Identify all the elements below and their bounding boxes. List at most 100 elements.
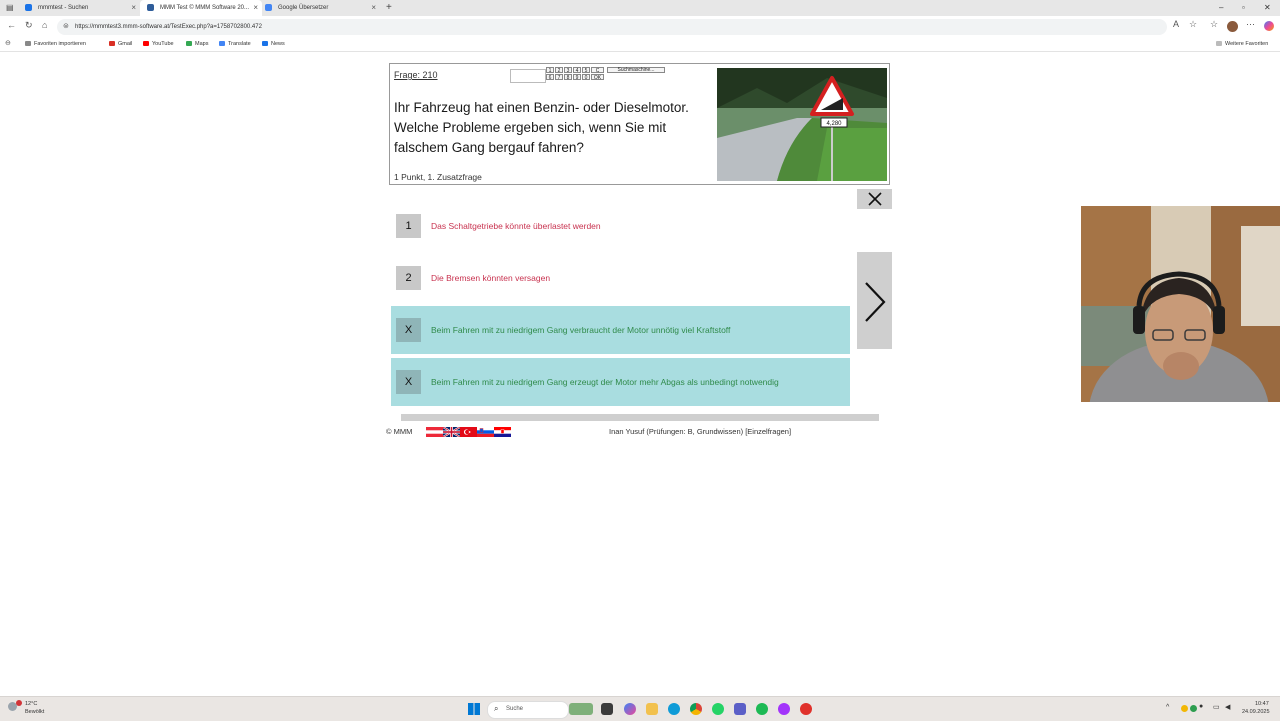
favorite-label: Translate	[228, 41, 251, 47]
messenger-icon[interactable]	[778, 703, 790, 715]
home-icon[interactable]: ⌂	[42, 20, 47, 30]
tab-translate[interactable]: Google Übersetzer ×	[258, 0, 380, 16]
answer-marker: X	[396, 318, 421, 342]
progress-bar	[401, 414, 879, 421]
maximize-icon[interactable]: ▫	[1242, 0, 1245, 16]
weather-desc: Bewölkt	[25, 709, 45, 715]
reload-icon[interactable]: ↻	[25, 20, 33, 31]
windows-start-icon[interactable]	[468, 703, 480, 715]
copyright: © MMM	[386, 427, 413, 436]
chevron-right-icon	[865, 282, 886, 322]
address-bar-row: ← ↻ ⌂ ⊜ https://mmmtest3.mmm-software.at…	[0, 16, 1280, 38]
answer-option-3[interactable]: X Beim Fahren mit zu niedrigem Gang verb…	[391, 306, 850, 354]
teams-icon[interactable]	[734, 703, 746, 715]
keypad-key[interactable]: 0	[582, 74, 590, 81]
road-sign-photo: 4,280	[717, 68, 887, 181]
favorite-translate[interactable]: Translate	[219, 38, 251, 50]
next-question-button[interactable]	[857, 252, 892, 349]
uk-flag-icon[interactable]	[443, 427, 460, 437]
microphone-icon[interactable]: ●	[1199, 703, 1203, 710]
favorite-news[interactable]: News	[262, 38, 285, 50]
clock-time[interactable]: 10:47	[1255, 701, 1269, 707]
network-icon[interactable]: ▭	[1213, 703, 1220, 711]
austria-flag-icon[interactable]	[426, 427, 443, 437]
landscape-widget-icon[interactable]	[569, 703, 593, 715]
more-menu-icon[interactable]: ⋯	[1246, 19, 1255, 30]
favorites-icon[interactable]: ☆	[1210, 19, 1218, 30]
keypad-key[interactable]: 2	[555, 67, 563, 74]
site-info-icon[interactable]: ⊜	[63, 19, 69, 35]
question-image: 4,280	[717, 68, 887, 181]
folder-icon	[1216, 41, 1222, 47]
more-favorites[interactable]: Weitere Favoriten	[1216, 38, 1268, 50]
answer-option-4[interactable]: X Beim Fahren mit zu niedrigem Gang erze…	[391, 358, 850, 406]
whatsapp-icon[interactable]	[712, 703, 724, 715]
tray-app-icon[interactable]	[1181, 705, 1188, 712]
favorite-label: Gmail	[118, 41, 133, 47]
turkey-flag-icon[interactable]	[460, 427, 477, 437]
close-button[interactable]	[857, 189, 892, 209]
mmm-tab-icon	[147, 4, 154, 11]
keypad-key[interactable]: 3	[564, 67, 572, 74]
favorite-star-icon[interactable]: ☆	[1189, 19, 1197, 30]
back-icon[interactable]: ←	[7, 20, 16, 30]
keypad-key[interactable]: 5	[582, 67, 590, 74]
search-icon: ⌕	[494, 704, 499, 713]
keypad-key[interactable]: 9	[573, 74, 581, 81]
url-field[interactable]: ⊜ https://mmmtest3.mmm-software.at/TestE…	[57, 19, 1167, 35]
notification-badge	[16, 700, 22, 706]
tab-label: mmmtest - Suchen	[38, 5, 89, 11]
file-explorer-icon[interactable]	[646, 703, 658, 715]
keypad-key[interactable]: C	[591, 67, 604, 74]
news-icon	[262, 41, 268, 47]
weather-temp: 12°C	[25, 701, 38, 707]
close-window-icon[interactable]: ✕	[1264, 0, 1271, 16]
keypad-ok-key[interactable]: OK	[591, 74, 604, 81]
search-tab-icon	[25, 4, 32, 11]
close-tab-icon[interactable]: ×	[131, 0, 136, 16]
keypad-key[interactable]: 8	[564, 74, 572, 81]
question-number-input[interactable]	[510, 69, 546, 83]
minimize-icon[interactable]: –	[1219, 0, 1223, 16]
read-aloud-icon[interactable]: A	[1173, 19, 1179, 29]
answer-option-2[interactable]: 2 Die Bremsen könnten versagen	[391, 254, 850, 302]
copilot-taskbar-icon[interactable]	[624, 703, 636, 715]
keypad-key[interactable]: 4	[573, 67, 581, 74]
search-engine-button[interactable]: Suchmaschine...	[607, 67, 665, 73]
webcam-overlay	[1081, 206, 1280, 402]
profile-avatar[interactable]	[1227, 21, 1238, 32]
tab-label: MMM Test © MMM Software 20...	[160, 5, 249, 11]
tray-chevron-icon[interactable]: ^	[1166, 704, 1169, 711]
favorite-maps[interactable]: Maps	[186, 38, 208, 50]
close-tab-icon[interactable]: ×	[371, 0, 376, 16]
copilot-icon[interactable]	[1264, 21, 1274, 31]
edge-icon[interactable]	[668, 703, 680, 715]
answer-text: Beim Fahren mit zu niedrigem Gang erzeug…	[431, 377, 779, 387]
volume-icon[interactable]: ◀	[1225, 703, 1230, 711]
keypad-key[interactable]: 1	[546, 67, 554, 74]
sidebar-toggle-icon[interactable]: ▤	[6, 3, 14, 12]
tab-mmm-test[interactable]: MMM Test © MMM Software 20... ×	[140, 0, 262, 16]
croatia-flag-icon[interactable]	[494, 427, 511, 437]
app-icon[interactable]	[800, 703, 812, 715]
answer-text: Beim Fahren mit zu niedrigem Gang verbra…	[431, 325, 731, 335]
keypad-key[interactable]: 6	[546, 74, 554, 81]
webcam-video	[1081, 206, 1280, 402]
tray-app-icon[interactable]	[1190, 705, 1197, 712]
youtube-icon	[143, 41, 149, 47]
collections-icon[interactable]: ⊖	[5, 38, 11, 50]
new-tab-button[interactable]: +	[386, 0, 392, 16]
slovenia-flag-icon[interactable]	[477, 427, 494, 437]
spotify-icon[interactable]	[756, 703, 768, 715]
question-number[interactable]: Frage: 210	[394, 70, 438, 80]
favorite-gmail[interactable]: Gmail	[109, 38, 132, 50]
favorite-import[interactable]: Favoriten importieren	[25, 38, 86, 50]
taskbar-search[interactable]: ⌕ Suche	[487, 701, 569, 719]
tab-search[interactable]: mmmtest - Suchen ×	[18, 0, 140, 16]
answer-option-1[interactable]: 1 Das Schaltgetriebe könnte überlastet w…	[391, 202, 850, 250]
task-view-icon[interactable]	[601, 703, 613, 715]
keypad-key[interactable]: 7	[555, 74, 563, 81]
chrome-icon[interactable]	[690, 703, 702, 715]
clock-date[interactable]: 24.09.2025	[1242, 709, 1270, 715]
favorite-youtube[interactable]: YouTube	[143, 38, 174, 50]
